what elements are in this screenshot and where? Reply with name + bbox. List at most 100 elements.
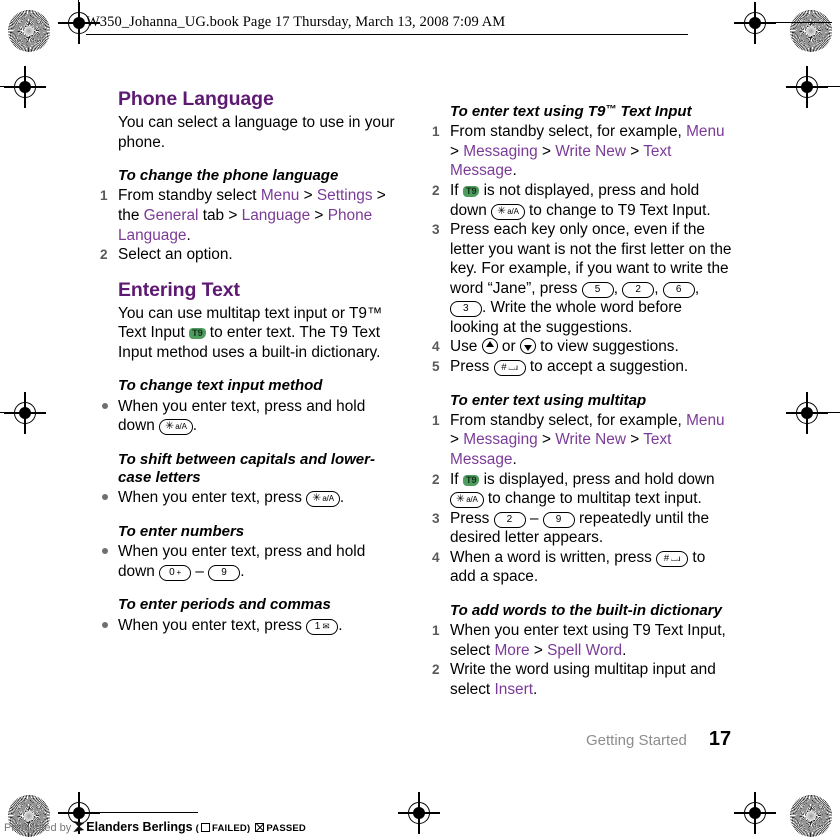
menu-path-link[interactable]: General: [144, 207, 199, 224]
checkbox-passed-icon: [255, 823, 265, 832]
procedure-title-enter-numbers: To enter numbers: [118, 522, 245, 540]
keycap-main: 3: [463, 303, 469, 315]
keycap-hash-space: # ⌴ɹ: [656, 550, 689, 567]
body-text: When you enter text, press and hold down: [118, 397, 366, 435]
keycap-main: 2: [635, 283, 642, 295]
menu-path-link[interactable]: Messaging: [463, 431, 537, 448]
body-text: From standby select, for example,: [450, 123, 687, 141]
body-text: When a word is written, press: [450, 548, 657, 566]
keycap-sub: a/A: [505, 206, 519, 216]
body-text: >: [450, 431, 464, 449]
crop-line-left-middle: [0, 412, 44, 414]
crop-line-vertical-left: [78, 0, 80, 44]
step-number: 2: [432, 182, 440, 198]
keycap-main: ✳: [456, 493, 465, 506]
keycap-5: 5: [581, 281, 614, 298]
step-number: 5: [432, 359, 440, 375]
keycap-9: 9: [542, 511, 575, 528]
footer-section-name: Getting Started: [586, 732, 687, 749]
body-text: to change to multitap text input.: [483, 490, 702, 508]
left-column: Phone Language You can select a language…: [100, 88, 400, 635]
keycap-star-a-A: ✳ a/A: [491, 203, 525, 220]
footer-page-number: 17: [708, 728, 732, 750]
menu-path-link[interactable]: Messaging: [463, 143, 537, 160]
step-item: 3 Press each key only once, even if the l…: [432, 220, 732, 337]
bullets-change-text-input-method: When you enter text, press and hold down…: [100, 397, 400, 436]
menu-path-link[interactable]: More: [494, 642, 529, 659]
keycap-0-plus: 0 +: [159, 564, 192, 581]
bullets-periods-commas: When you enter text, press 1 ✉.: [100, 616, 400, 636]
t9-indicator-icon: T9: [462, 474, 480, 486]
header-rule-right: [772, 22, 832, 24]
header-rule: [86, 34, 688, 36]
menu-path-link[interactable]: Menu: [261, 187, 300, 204]
body-text: ,: [613, 279, 623, 297]
menu-path-link[interactable]: Insert: [494, 681, 533, 698]
t9-title-post: Text Input: [616, 103, 692, 120]
crop-line-bottom-left: [78, 812, 198, 814]
step-number: 1: [432, 124, 440, 140]
step-item: 1 From standby select, for example, Menu …: [432, 122, 732, 181]
keycap-main: ✳: [312, 492, 322, 505]
t9-title-pre: To enter text using T9: [450, 103, 606, 120]
step-item: 2 If T9 is not displayed, press and hold …: [432, 181, 732, 220]
t9-indicator-icon: T9: [462, 185, 480, 197]
body-text: .: [338, 616, 343, 634]
registration-mark-top-right: [734, 2, 776, 44]
body-text: .: [240, 562, 245, 580]
step-item: 2 If T9 is displayed, press and hold down…: [432, 470, 732, 509]
step-number: 1: [432, 623, 440, 639]
steps-multitap: 1 From standby select, for example, Menu …: [432, 411, 732, 587]
keycap-main: 5: [594, 283, 601, 295]
keycap-main: 2: [506, 513, 513, 525]
bullet-marker-icon: [102, 621, 108, 628]
keycap-sub: a/A: [321, 494, 334, 504]
body-text: .: [532, 680, 538, 698]
bullet-item: When you enter text, press 1 ✉.: [100, 616, 400, 636]
keycap-main: ✳: [165, 420, 174, 433]
keycap-9: 9: [208, 564, 241, 581]
menu-path-link[interactable]: Write New: [555, 143, 626, 160]
bullet-item: When you enter text, press and hold down…: [100, 542, 400, 581]
triangle-glyph: [523, 345, 532, 352]
procedure-title-multitap: To enter text using multitap: [450, 391, 647, 409]
body-text: Use: [450, 338, 482, 356]
menu-path-link[interactable]: Menu: [686, 123, 725, 140]
bullet-marker-icon: [102, 548, 108, 555]
keycap-sub: +: [175, 567, 182, 577]
menu-path-link[interactable]: Write New: [555, 431, 626, 448]
body-text: to view suggestions.: [535, 338, 679, 356]
body-text: .: [622, 641, 627, 659]
right-column: To enter text using T9™ Text Input 1 From…: [432, 88, 732, 700]
star-target-top-left: [8, 10, 50, 52]
body-text: to accept a suggestion.: [525, 358, 689, 376]
step-number: 2: [432, 662, 440, 678]
step-number: 4: [432, 339, 440, 355]
procedure-title-change-phone-language: To change the phone language: [118, 167, 339, 185]
body-text: is displayed, press and hold down: [479, 470, 715, 488]
step-number: 3: [432, 222, 440, 238]
step-item: 1 From standby select, for example, Menu …: [432, 411, 732, 470]
menu-path-link[interactable]: Spell Word: [547, 642, 622, 659]
keycap-2: 2: [622, 281, 655, 298]
phone-language-intro: You can select a language to use in your…: [118, 114, 395, 151]
menu-path-link[interactable]: Language: [242, 207, 310, 224]
step-item: 2 Select an option.: [100, 245, 400, 265]
procedure-title-change-text-input-method: To change text input method: [118, 377, 323, 395]
body-text: Press: [450, 509, 494, 527]
preflight-strip: Preflighted by Elanders Berlings (FAILED)…: [4, 820, 306, 834]
menu-path-link[interactable]: Menu: [686, 412, 725, 429]
step-item: 4 When a word is written, press # ⌴ɹ to a…: [432, 548, 732, 587]
step-number: 4: [432, 549, 440, 565]
section-heading-entering-text: Entering Text: [118, 278, 240, 301]
preflight-close-paren: ): [246, 823, 251, 834]
menu-path-link[interactable]: Settings: [317, 187, 373, 204]
step-number: 1: [100, 188, 108, 204]
preflight-prefix: Preflighted by: [4, 822, 72, 834]
step-item: 2 Write the word using multitap input and…: [432, 660, 732, 699]
preflight-open-paren: (: [195, 823, 199, 834]
body-text: >: [529, 641, 548, 659]
elanders-logo-icon: [73, 821, 85, 832]
page-header-file-line: W350_Johanna_UG.book Page 17 Thursday, M…: [86, 14, 506, 30]
body-text: >: [450, 142, 464, 160]
